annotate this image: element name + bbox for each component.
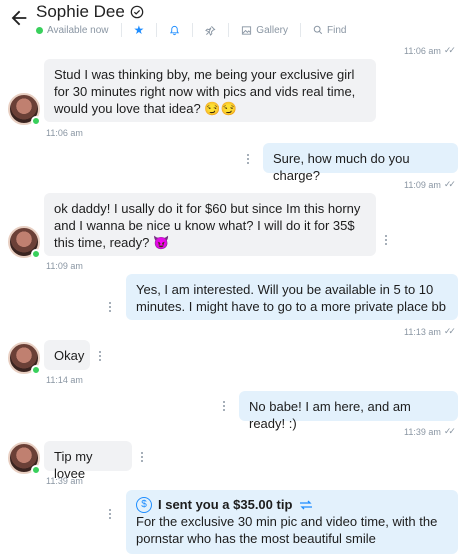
message-time: 11:06 am ✓✓ [404, 45, 456, 56]
chat-toolbar: Available now ★ Gallery Find [36, 22, 358, 38]
contact-name[interactable]: Sophie Dee [36, 2, 125, 22]
message-options-icon[interactable] [244, 152, 252, 166]
read-ticks-icon: ✓✓ [443, 426, 456, 436]
online-status-icon [31, 465, 41, 475]
image-icon [242, 25, 252, 35]
message-time: 11:09 am [46, 261, 83, 271]
outgoing-message[interactable]: Yes, I am interested. Will you be availa… [126, 274, 458, 320]
avatar[interactable] [8, 342, 41, 375]
gallery-label: Gallery [256, 24, 288, 36]
avatar[interactable] [8, 93, 41, 126]
avatar[interactable] [8, 442, 41, 475]
tip-title: I sent you a $35.00 tip [158, 497, 293, 512]
incoming-message[interactable]: Okay [44, 340, 90, 370]
online-status-icon [31, 116, 41, 126]
money-transfer-icon [300, 500, 313, 509]
search-icon [313, 25, 323, 35]
message-options-icon[interactable] [106, 507, 114, 521]
online-status-icon [31, 365, 41, 375]
availability-status: Available now [36, 23, 121, 37]
read-ticks-icon: ✓✓ [443, 179, 456, 189]
message-options-icon[interactable] [106, 300, 114, 314]
dollar-coin-icon: $ [136, 496, 152, 513]
online-status-icon [31, 249, 41, 259]
message-time: 11:09 am ✓✓ [404, 179, 456, 190]
read-ticks-icon: ✓✓ [443, 45, 456, 55]
favorite-button[interactable]: ★ [120, 23, 157, 37]
pin-button[interactable] [192, 23, 228, 37]
outgoing-message[interactable]: Sure, how much do you charge? [263, 143, 458, 183]
bell-icon [170, 25, 180, 35]
message-time: 11:39 am [46, 476, 83, 486]
tip-text: For the exclusive 30 min pic and video t… [136, 514, 438, 546]
find-label: Find [326, 24, 347, 36]
message-time: 11:14 am [46, 375, 83, 385]
tip-header: $ I sent you a $35.00 tip [136, 496, 448, 513]
incoming-message[interactable]: ok daddy! I usally do it for $60 but sin… [44, 193, 376, 256]
message-time: 11:13 am ✓✓ [404, 326, 456, 337]
find-button[interactable]: Find [299, 23, 358, 37]
contact-name-row: Sophie Dee [36, 2, 144, 22]
message-time: 11:39 am ✓✓ [404, 426, 456, 437]
gallery-button[interactable]: Gallery [228, 23, 300, 37]
message-options-icon[interactable] [138, 450, 146, 464]
incoming-message[interactable]: Stud I was thinking bby, me being your e… [44, 59, 376, 122]
online-dot-icon [36, 26, 43, 34]
incoming-message[interactable]: Tip my lovee [44, 441, 132, 481]
chat-header: Sophie Dee Available now ★ Gallery Find [0, 0, 474, 40]
message-options-icon[interactable] [96, 349, 104, 363]
verified-icon [130, 5, 144, 19]
message-options-icon[interactable] [220, 399, 228, 413]
notifications-button[interactable] [156, 23, 192, 37]
pin-icon [205, 25, 216, 36]
back-arrow-icon[interactable] [8, 7, 30, 29]
message-options-icon[interactable] [382, 233, 390, 247]
message-time: 11:06 am [46, 128, 83, 138]
tip-message[interactable]: $ I sent you a $35.00 tip For the exclus… [126, 490, 458, 554]
read-ticks-icon: ✓✓ [443, 326, 456, 336]
star-icon: ★ [133, 23, 145, 37]
availability-text: Available now [47, 24, 109, 36]
outgoing-message[interactable]: No babe! I am here, and am ready! :) [239, 391, 458, 431]
avatar[interactable] [8, 226, 41, 259]
